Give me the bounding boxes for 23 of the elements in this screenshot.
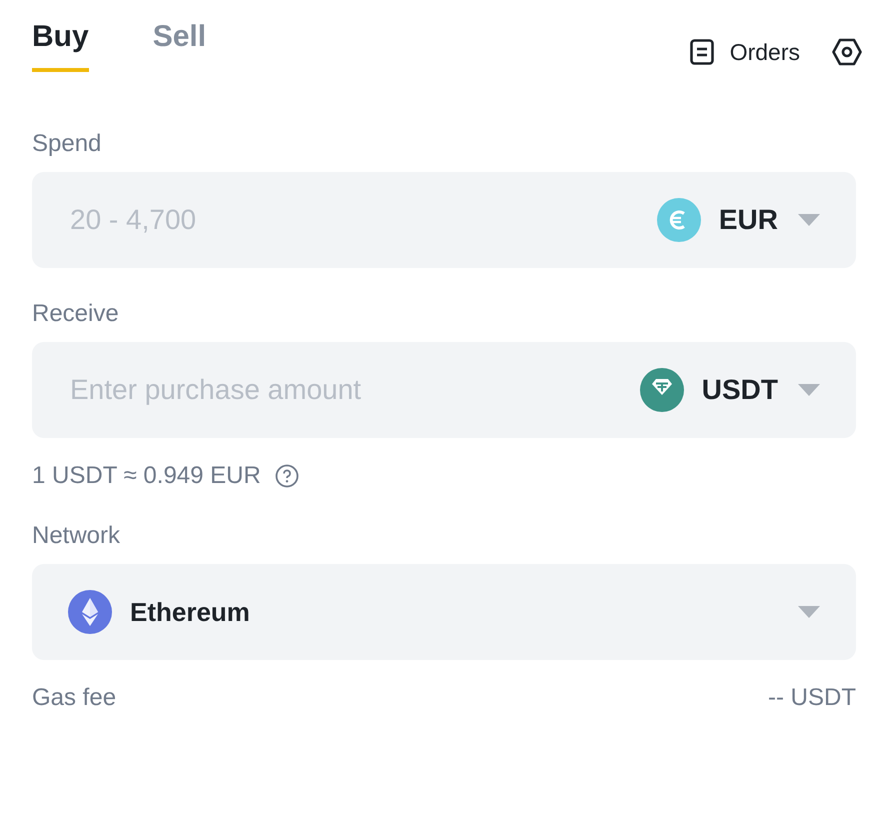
field-label: Network: [32, 522, 120, 550]
euro-coin-icon: [656, 198, 701, 242]
field-label: Spend: [32, 130, 102, 158]
amount-input[interactable]: Enter purchase amount: [68, 373, 624, 407]
currency-selector[interactable]: EUR: [656, 198, 820, 242]
fee-value: -- USDT: [768, 684, 856, 712]
orders-icon: [690, 39, 714, 65]
network-value: Ethereum: [130, 596, 250, 628]
field-label: Receive: [32, 300, 119, 328]
settings-icon[interactable]: [832, 38, 862, 66]
caret-icon: [798, 384, 820, 396]
help-icon: [274, 464, 299, 488]
network-selector[interactable]: Ethereum: [32, 564, 856, 660]
caret-icon: [798, 214, 820, 226]
tab[interactable]: Buy: [32, 8, 89, 72]
ethereum-coin-icon: [68, 590, 112, 634]
amount-input[interactable]: 20 - 4,700: [68, 203, 641, 237]
caret-icon: [798, 606, 820, 618]
fee-label: Gas fee: [32, 684, 116, 712]
tether-coin-icon: [640, 368, 684, 412]
orders-button[interactable]: Orders: [690, 38, 800, 66]
exchange-rate: 1 USDT ≈ 0.949 EUR: [32, 462, 261, 490]
currency-selector[interactable]: USDT: [640, 368, 820, 412]
